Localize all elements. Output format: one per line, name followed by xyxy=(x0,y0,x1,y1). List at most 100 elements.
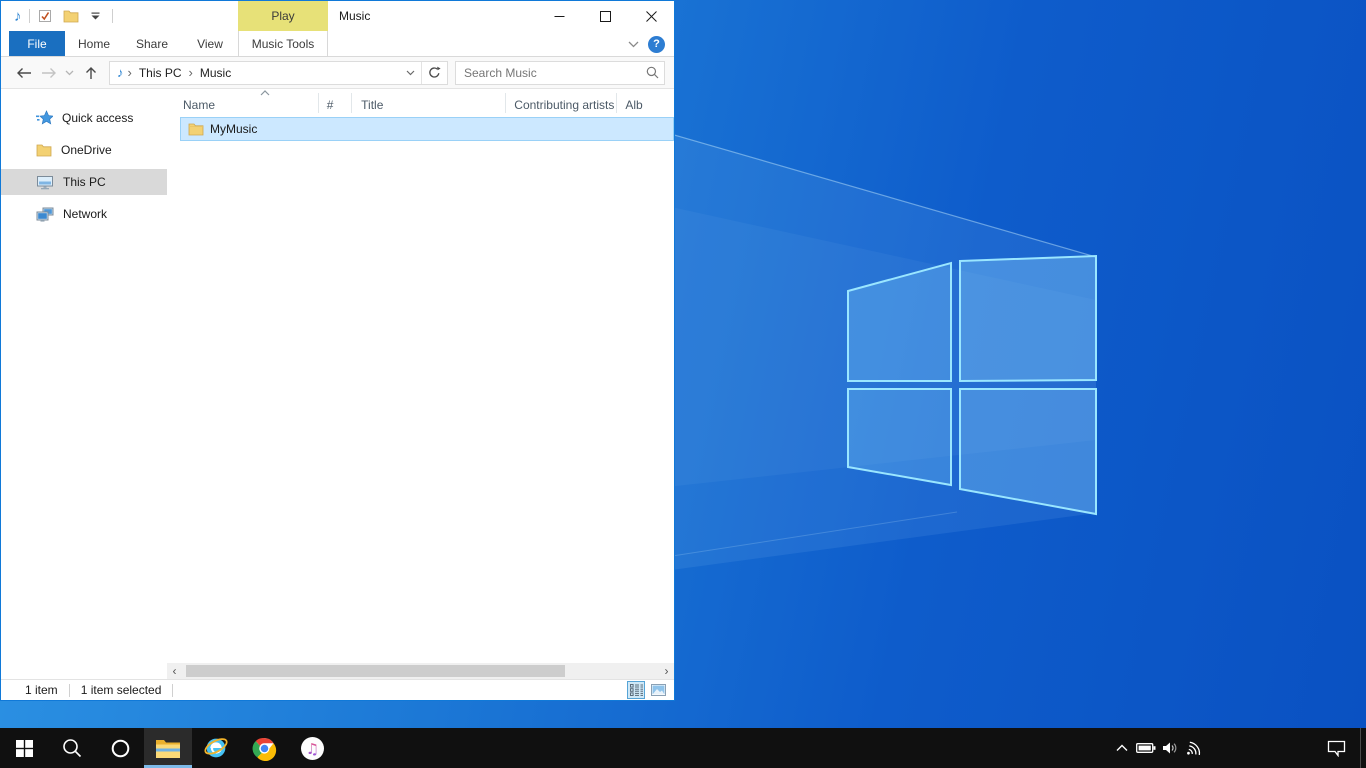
chevron-down-icon xyxy=(406,70,415,76)
file-list-pane: Name # Title Contributing artists Alb My… xyxy=(167,89,674,663)
breadcrumb-this-pc[interactable]: This PC xyxy=(136,66,185,80)
dropdown-caret-icon xyxy=(91,12,100,20)
sidebar-item-this-pc[interactable]: This PC xyxy=(1,169,167,195)
sidebar-item-onedrive[interactable]: OneDrive xyxy=(1,137,167,163)
up-arrow-icon xyxy=(85,66,97,80)
back-button[interactable] xyxy=(11,61,36,85)
tab-file[interactable]: File xyxy=(9,31,65,56)
window-main: Quick access OneDrive This PC xyxy=(1,89,674,663)
column-header-title[interactable]: Title xyxy=(352,93,506,113)
wifi-icon[interactable] xyxy=(1182,728,1206,768)
sidebar-item-label: OneDrive xyxy=(61,143,112,157)
back-arrow-icon xyxy=(16,67,32,79)
maximize-icon xyxy=(600,11,611,22)
sort-ascending-icon xyxy=(260,90,270,96)
sidebar-item-label: Quick access xyxy=(62,111,133,125)
minimize-icon xyxy=(554,11,565,22)
action-center-button[interactable] xyxy=(1324,728,1348,768)
new-folder-button[interactable] xyxy=(62,6,80,26)
navigation-pane: Quick access OneDrive This PC xyxy=(1,89,167,663)
tab-home[interactable]: Home xyxy=(65,31,123,56)
view-toggles xyxy=(627,681,667,699)
folder-icon xyxy=(63,9,79,23)
tray-expand-button[interactable] xyxy=(1110,728,1134,768)
forward-button[interactable] xyxy=(36,61,61,85)
start-button[interactable] xyxy=(0,728,48,768)
separator xyxy=(112,9,113,23)
chevron-down-icon xyxy=(65,70,74,76)
search-input[interactable] xyxy=(456,66,640,80)
itunes-icon: ♫ xyxy=(300,736,325,761)
taskbar-internet-explorer-button[interactable] xyxy=(192,728,240,768)
breadcrumb-chevron-icon: › xyxy=(189,65,193,80)
music-folder-icon: ♪ xyxy=(14,9,22,24)
refresh-button[interactable] xyxy=(421,62,447,84)
tab-view[interactable]: View xyxy=(181,31,239,56)
horizontal-scrollbar[interactable]: ‹ › xyxy=(167,663,674,679)
up-button[interactable] xyxy=(78,61,103,85)
close-button[interactable] xyxy=(628,1,674,31)
chevron-up-icon xyxy=(1116,744,1128,752)
recent-locations-dropdown[interactable] xyxy=(61,61,78,85)
onedrive-folder-icon xyxy=(36,143,52,157)
taskbar-file-explorer-button[interactable] xyxy=(144,728,192,768)
maximize-button[interactable] xyxy=(582,1,628,31)
sidebar-item-quick-access[interactable]: Quick access xyxy=(1,105,167,131)
taskbar-itunes-button[interactable]: ♫ xyxy=(288,728,336,768)
address-dropdown-button[interactable] xyxy=(399,62,421,84)
help-button[interactable]: ? xyxy=(648,36,665,53)
minimize-button[interactable] xyxy=(536,1,582,31)
file-explorer-icon xyxy=(155,737,181,759)
collapse-ribbon-chevron-icon[interactable] xyxy=(628,41,639,48)
ribbon-tab-row: File Home Share View Music Tools ? xyxy=(1,31,674,57)
column-header-name[interactable]: Name xyxy=(180,93,319,113)
cortana-button[interactable] xyxy=(96,728,144,768)
quick-access-star-icon xyxy=(36,110,53,126)
action-center-icon xyxy=(1327,740,1346,757)
sidebar-item-network[interactable]: Network xyxy=(1,201,167,227)
scrollbar-thumb[interactable] xyxy=(186,665,565,677)
file-explorer-window: ♪ Play Music xyxy=(0,0,675,701)
items-count: 1 item xyxy=(25,683,58,697)
breadcrumb-chevron-icon: › xyxy=(128,65,132,80)
scroll-left-arrow[interactable]: ‹ xyxy=(167,663,182,679)
this-pc-monitor-icon xyxy=(36,175,54,190)
tab-music-tools[interactable]: Music Tools xyxy=(238,31,328,57)
system-tray xyxy=(1110,728,1366,768)
search-icon xyxy=(62,738,82,758)
taskbar-chrome-button[interactable] xyxy=(240,728,288,768)
column-header-number[interactable]: # xyxy=(319,93,352,113)
navigation-toolbar: ♪ › This PC › Music xyxy=(1,57,674,89)
details-view-icon xyxy=(630,684,643,696)
taskbar: ♫ xyxy=(0,728,1366,768)
refresh-icon xyxy=(428,66,441,79)
contextual-tab-group-play[interactable]: Play xyxy=(238,1,328,31)
status-bar: 1 item 1 item selected xyxy=(1,679,674,700)
selection-count: 1 item selected xyxy=(81,683,162,697)
chrome-icon xyxy=(252,736,277,761)
column-header-album[interactable]: Alb xyxy=(617,93,674,113)
customize-qat-dropdown[interactable] xyxy=(87,6,105,26)
show-desktop-strip[interactable] xyxy=(1360,728,1366,768)
tab-share[interactable]: Share xyxy=(123,31,181,56)
breadcrumb-music[interactable]: Music xyxy=(197,66,234,80)
column-header-contributing-artists[interactable]: Contributing artists xyxy=(506,93,617,113)
properties-checkbox-button[interactable] xyxy=(37,6,55,26)
scroll-right-arrow[interactable]: › xyxy=(659,663,674,679)
details-view-button[interactable] xyxy=(627,681,645,699)
breadcrumb: ♪ › This PC › Music xyxy=(110,62,399,84)
address-bar[interactable]: ♪ › This PC › Music xyxy=(109,61,448,85)
search-icon[interactable] xyxy=(640,66,664,79)
file-row-mymusic[interactable]: MyMusic xyxy=(180,117,674,141)
windows-start-icon xyxy=(16,740,33,757)
window-controls xyxy=(536,1,674,31)
battery-status-icon[interactable] xyxy=(1134,728,1158,768)
internet-explorer-icon xyxy=(203,735,229,761)
sidebar-item-label: Network xyxy=(63,207,107,221)
volume-icon[interactable] xyxy=(1158,728,1182,768)
close-icon xyxy=(646,11,657,22)
sidebar-item-label: This PC xyxy=(63,175,106,189)
network-computers-icon xyxy=(36,207,54,222)
large-icons-view-button[interactable] xyxy=(649,681,667,699)
taskbar-search-button[interactable] xyxy=(48,728,96,768)
